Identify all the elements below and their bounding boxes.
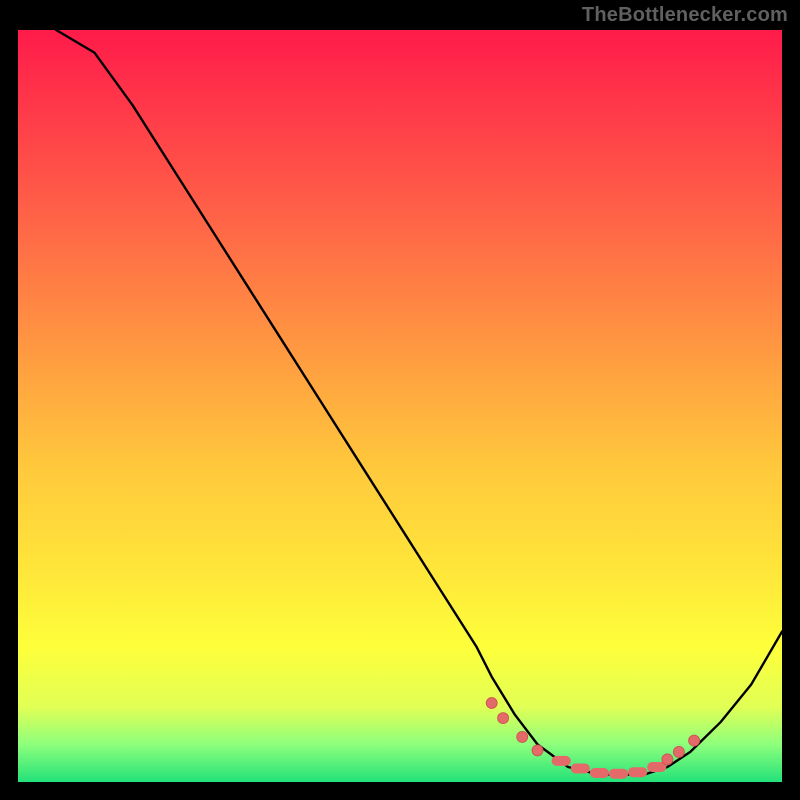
attribution-text: TheBottlenecker.com: [582, 4, 788, 27]
marker-dot: [662, 754, 673, 765]
marker-group: [486, 698, 699, 774]
marker-dot: [498, 713, 509, 724]
bottleneck-curve: [56, 30, 782, 775]
marker-dot: [517, 731, 528, 742]
curve-layer: [18, 30, 782, 782]
marker-dot: [689, 735, 700, 746]
marker-dot: [532, 745, 543, 756]
plot-area: [18, 30, 782, 782]
marker-dot: [673, 746, 684, 757]
chart-frame: TheBottlenecker.com: [0, 0, 800, 800]
marker-dot: [486, 698, 497, 709]
